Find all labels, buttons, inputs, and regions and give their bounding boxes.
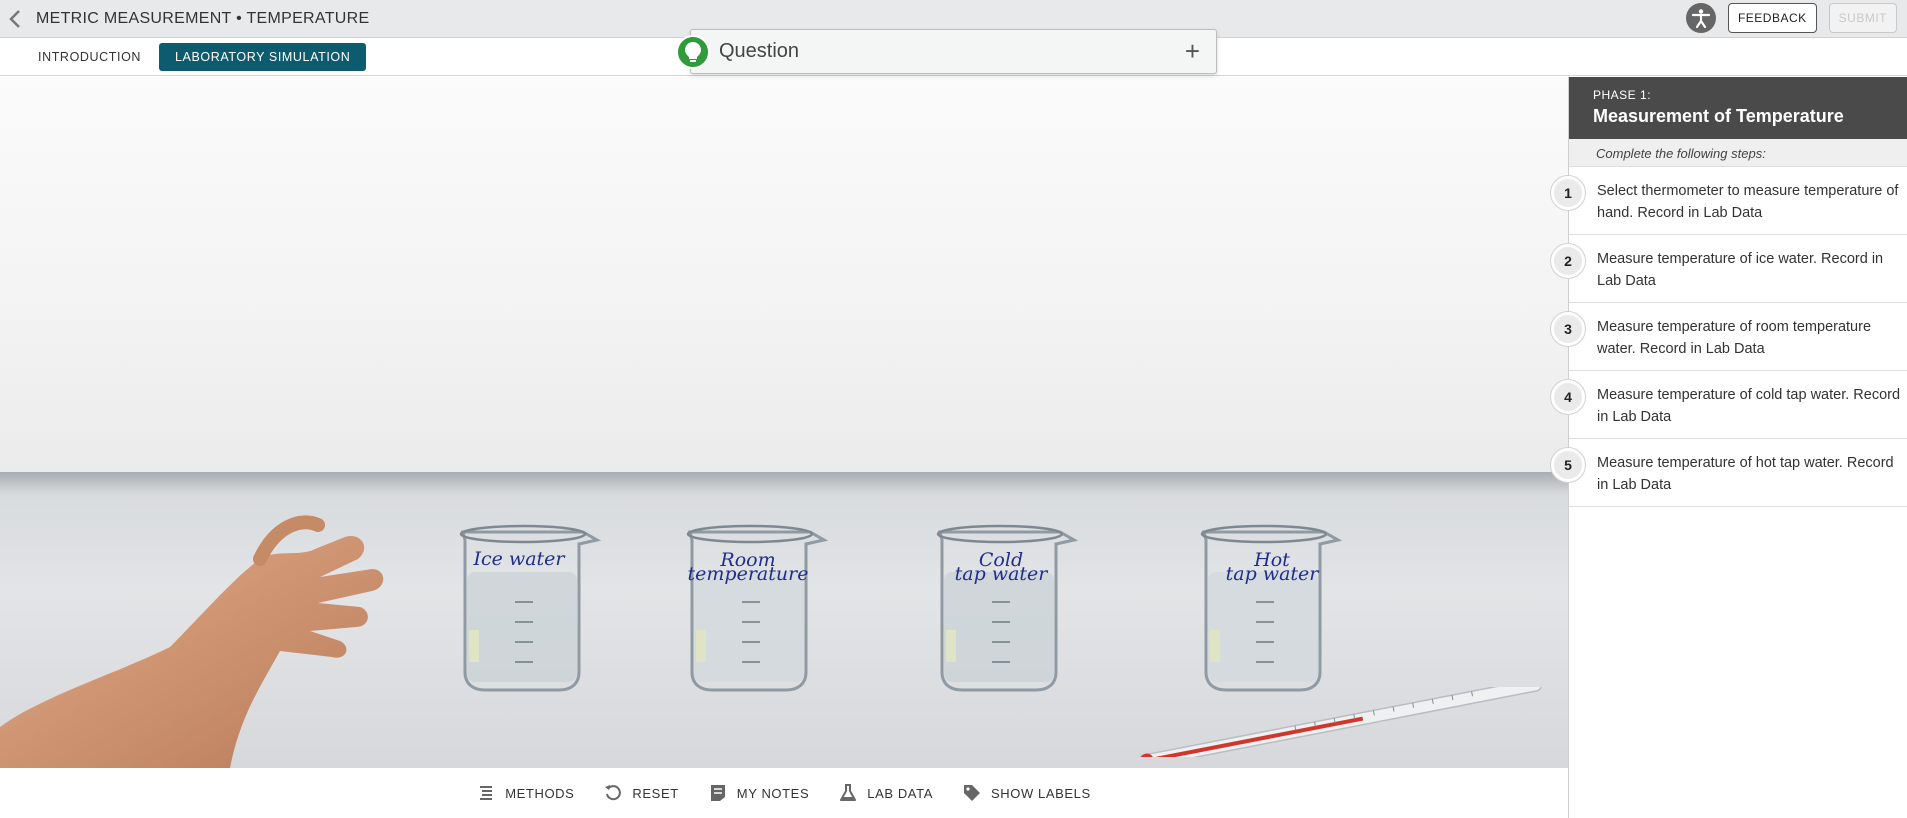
show-labels-button[interactable]: SHOW LABELS	[963, 784, 1091, 802]
step-item: 4 Measure temperature of cold tap water.…	[1551, 371, 1907, 439]
beaker-label-hot-tap-water: Hot tap water	[1202, 551, 1342, 585]
chevron-left-icon	[9, 9, 20, 28]
reset-label: RESET	[632, 785, 679, 801]
expand-icon[interactable]: +	[1185, 38, 1200, 64]
beaker-cold-tap-water[interactable]	[932, 522, 1080, 692]
lab-data-label: LAB DATA	[867, 785, 933, 801]
step-item: 1 Select thermometer to measure temperat…	[1551, 167, 1907, 235]
lab-data-button[interactable]: LAB DATA	[839, 784, 933, 802]
page-title: METRIC MEASUREMENT • TEMPERATURE	[36, 9, 370, 27]
steps-sidebar: PHASE 1: Measurement of Temperature Comp…	[1551, 77, 1907, 818]
phase-title: Measurement of Temperature	[1593, 106, 1844, 126]
thermometer[interactable]	[1125, 687, 1555, 757]
lab-wall	[0, 77, 1568, 472]
beaker-label-room-temperature: Room temperature	[678, 551, 818, 585]
beaker-hot-tap-water[interactable]	[1196, 522, 1344, 692]
list-icon	[477, 784, 495, 802]
step-number: 4	[1551, 380, 1585, 414]
phase-label: PHASE 1:	[1593, 88, 1652, 102]
feedback-button[interactable]: FEEDBACK	[1727, 3, 1817, 33]
question-label: Question	[719, 40, 800, 62]
accessibility-button[interactable]	[1685, 3, 1716, 33]
accessibility-icon	[1691, 9, 1711, 29]
methods-label: METHODS	[505, 785, 575, 801]
step-number: 5	[1551, 448, 1585, 482]
tab-introduction[interactable]: INTRODUCTION	[22, 43, 157, 71]
methods-button[interactable]: METHODS	[477, 784, 574, 802]
phase-header: PHASE 1: Measurement of Temperature	[1569, 77, 1907, 139]
counter-edge	[0, 472, 1568, 490]
notes-icon	[709, 784, 727, 802]
show-labels-label: SHOW LABELS	[990, 785, 1091, 801]
step-text: Measure temperature of room temperature …	[1597, 319, 1872, 357]
bottom-toolbar: METHODS RESET MY NOTES LAB DATA SHOW LAB…	[0, 768, 1568, 818]
step-number: 3	[1551, 312, 1585, 346]
my-notes-label: MY NOTES	[736, 785, 810, 801]
lab-scene: Ice water Room temperature Cold tap wate…	[0, 77, 1568, 768]
step-text: Measure temperature of hot tap water. Re…	[1597, 455, 1894, 493]
step-text: Measure temperature of cold tap water. R…	[1597, 387, 1901, 425]
back-button[interactable]	[0, 0, 30, 38]
my-notes-button[interactable]: MY NOTES	[709, 784, 809, 802]
step-item: 3 Measure temperature of room temperatur…	[1551, 303, 1907, 371]
reset-icon	[604, 784, 622, 802]
step-number: 1	[1551, 176, 1585, 210]
tag-icon	[963, 784, 981, 802]
tab-laboratory-simulation[interactable]: LABORATORY SIMULATION	[159, 43, 367, 71]
beaker-label-line: temperature	[687, 563, 809, 585]
beaker-room-temperature[interactable]	[682, 522, 830, 692]
flask-icon	[839, 784, 857, 802]
steps-instruction: Complete the following steps:	[1569, 139, 1907, 167]
submit-button[interactable]: SUBMIT	[1828, 3, 1897, 33]
step-item: 5 Measure temperature of hot tap water. …	[1551, 439, 1907, 507]
step-number: 2	[1551, 244, 1585, 278]
step-item: 2 Measure temperature of ice water. Reco…	[1551, 235, 1907, 303]
step-text: Select thermometer to measure temperatur…	[1597, 183, 1899, 221]
lightbulb-icon	[676, 35, 710, 69]
beaker-label-cold-tap-water: Cold tap water	[931, 551, 1071, 585]
hand[interactable]	[0, 507, 390, 768]
beaker-label-ice-water: Ice water	[449, 548, 589, 570]
beaker-label-line: tap water	[954, 563, 1048, 585]
step-text: Measure temperature of ice water. Record…	[1597, 251, 1884, 289]
beaker-label-line: Ice water	[473, 548, 565, 570]
reset-button[interactable]: RESET	[604, 784, 678, 802]
beaker-label-line: tap water	[1225, 563, 1319, 585]
question-panel[interactable]: Question +	[676, 29, 1217, 74]
